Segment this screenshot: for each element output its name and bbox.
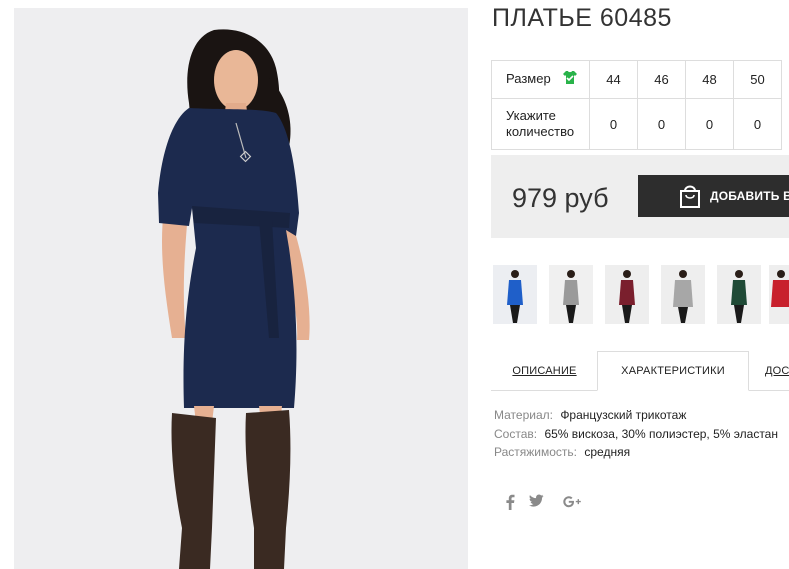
- tab-characteristics-label: ХАРАКТЕРИСТИКИ: [621, 365, 725, 377]
- quantity-input-46[interactable]: 0: [637, 98, 686, 150]
- size-label-cell: Размер: [491, 60, 590, 99]
- tab-delivery-label: ДОС: [765, 365, 789, 377]
- size-chart-icon[interactable]: [562, 70, 578, 88]
- size-option-44[interactable]: 44: [589, 60, 638, 99]
- quantity-label-line1: Укажите: [506, 108, 556, 123]
- size-row: Размер 44 46 48 50: [491, 60, 782, 99]
- quantity-input-50[interactable]: 0: [733, 98, 782, 150]
- size-option-48[interactable]: 48: [685, 60, 734, 99]
- size-label: Размер: [506, 71, 551, 87]
- tab-description[interactable]: ОПИСАНИЕ: [491, 351, 598, 391]
- size-option-46[interactable]: 46: [637, 60, 686, 99]
- tab-characteristics[interactable]: ХАРАКТЕРИСТИКИ: [597, 351, 749, 391]
- twitter-icon[interactable]: [529, 494, 563, 513]
- tab-delivery[interactable]: ДОС: [765, 351, 789, 391]
- product-tabs: ОПИСАНИЕ ХАРАКТЕРИСТИКИ ДОС: [491, 351, 789, 391]
- quantity-input-48[interactable]: 0: [685, 98, 734, 150]
- spec-stretch: Растяжимость: средняя: [494, 443, 778, 462]
- product-main-image[interactable]: [14, 8, 468, 569]
- quantity-row: Укажите количество 0 0 0 0: [491, 98, 782, 150]
- product-title: ПЛАТЬЕ 60485: [492, 4, 672, 32]
- spec-stretch-value: средняя: [584, 445, 631, 459]
- dress-thumbnail-blue[interactable]: [493, 265, 537, 324]
- price-panel: 979 руб ДОБАВИТЬ В КОРЗИНУ: [491, 155, 789, 238]
- dress-thumbnail-green[interactable]: [717, 265, 761, 324]
- spec-composition-key: Состав:: [494, 426, 538, 441]
- spec-stretch-key: Растяжимость:: [494, 445, 578, 459]
- size-option-50[interactable]: 50: [733, 60, 782, 99]
- dress-thumbnail-grey-melange[interactable]: [661, 265, 705, 324]
- spec-composition-value: 65% вискоза, 30% полиэстер, 5% эластан: [544, 426, 778, 441]
- quantity-label-line2: количество: [506, 124, 575, 139]
- dress-thumbnail-grey[interactable]: [549, 265, 593, 324]
- dress-thumbnail-red[interactable]: [769, 265, 789, 324]
- social-share: [505, 494, 593, 513]
- product-price: 979 руб: [512, 183, 609, 213]
- tab-description-label: ОПИСАНИЕ: [512, 365, 577, 377]
- dress-thumbnail-burgundy[interactable]: [605, 265, 649, 324]
- spec-material-key: Материал:: [494, 408, 553, 422]
- google-plus-icon[interactable]: [563, 494, 593, 513]
- size-quantity-table: Размер 44 46 48 50 Укажите количество 0 …: [491, 60, 782, 150]
- shopping-bag-icon: [678, 183, 702, 212]
- quantity-input-44[interactable]: 0: [589, 98, 638, 150]
- spec-composition: Состав: 65% вискоза, 30% полиэстер, 5% э…: [494, 425, 778, 444]
- add-to-cart-button[interactable]: ДОБАВИТЬ В КОРЗИНУ: [638, 175, 789, 217]
- quantity-label-cell: Укажите количество: [491, 98, 590, 150]
- add-to-cart-label: ДОБАВИТЬ В КОРЗИНУ: [710, 189, 789, 203]
- characteristics-list: Материал: Французский трикотаж Состав: 6…: [494, 406, 778, 462]
- spec-material: Материал: Французский трикотаж: [494, 406, 778, 425]
- facebook-icon[interactable]: [505, 494, 529, 513]
- spec-material-value: Французский трикотаж: [560, 408, 687, 422]
